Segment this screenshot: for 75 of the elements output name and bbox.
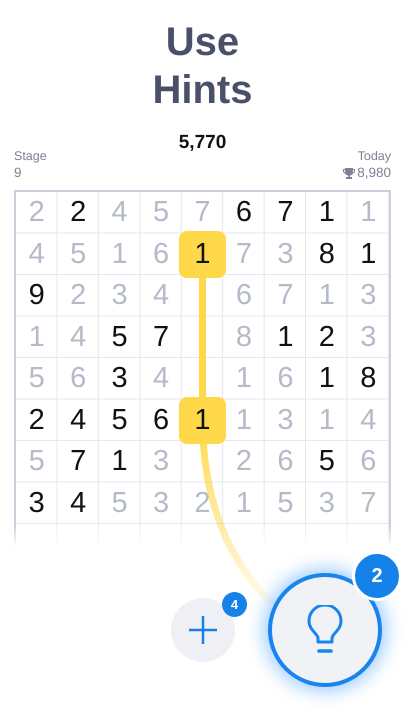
- number-cell[interactable]: 6: [223, 275, 265, 316]
- number-cell[interactable]: 6: [57, 358, 99, 400]
- number-cell[interactable]: 7: [140, 316, 182, 358]
- number-cell[interactable]: 3: [348, 316, 389, 358]
- number-cell[interactable]: 1: [98, 441, 140, 482]
- number-cell[interactable]: 1: [223, 482, 265, 524]
- number-cell[interactable]: 5: [98, 400, 140, 441]
- today-score: 8,980: [357, 164, 391, 182]
- number-cell[interactable]: 5: [98, 482, 140, 524]
- number-cell[interactable]: 1: [98, 234, 140, 275]
- highlighted-cell[interactable]: 1: [178, 230, 226, 278]
- number-cell[interactable]: 1: [306, 192, 348, 234]
- number-cell[interactable]: 4: [57, 400, 99, 441]
- number-cell[interactable]: 3: [140, 441, 182, 482]
- number-cell[interactable]: 5: [140, 192, 182, 234]
- score: 5,770: [178, 132, 226, 154]
- number-cell[interactable]: 2: [306, 316, 348, 358]
- number-cell[interactable]: 4: [348, 400, 389, 441]
- number-cell[interactable]: 4: [16, 234, 58, 275]
- number-cell[interactable]: 6: [348, 441, 389, 482]
- number-cell[interactable]: 2: [16, 400, 58, 441]
- number-cell[interactable]: 3: [98, 275, 140, 316]
- number-cell[interactable]: 5: [57, 234, 99, 275]
- number-cell[interactable]: 1: [264, 316, 306, 358]
- number-cell[interactable]: 5: [16, 441, 58, 482]
- today-label: Today: [358, 148, 391, 164]
- lightbulb-icon: [306, 605, 344, 655]
- number-cell[interactable]: 5: [306, 441, 348, 482]
- number-cell[interactable]: 2: [223, 441, 265, 482]
- number-cell[interactable]: 1: [16, 316, 58, 358]
- trophy-icon: [343, 167, 356, 179]
- number-cell[interactable]: 2: [57, 275, 99, 316]
- number-cell[interactable]: 3: [98, 358, 140, 400]
- number-cell[interactable]: 7: [57, 441, 99, 482]
- number-cell[interactable]: 4: [140, 275, 182, 316]
- number-cell[interactable]: 4: [57, 316, 99, 358]
- number-cell[interactable]: 5: [98, 316, 140, 358]
- number-cell[interactable]: 3: [140, 482, 182, 524]
- number-cell[interactable]: 7: [264, 275, 306, 316]
- number-cell[interactable]: 1: [348, 234, 389, 275]
- number-cell[interactable]: 7: [348, 482, 389, 524]
- number-cell[interactable]: 3: [306, 482, 348, 524]
- number-cell[interactable]: 1: [306, 400, 348, 441]
- number-cell[interactable]: 4: [140, 358, 182, 400]
- number-cell[interactable]: 3: [16, 482, 58, 524]
- count-badge: 2: [352, 551, 402, 601]
- plus-icon: [188, 615, 218, 645]
- number-cell[interactable]: 3: [264, 400, 306, 441]
- number-cell[interactable]: 1: [306, 358, 348, 400]
- number-cell[interactable]: 4: [57, 482, 99, 524]
- number-cell[interactable]: 5: [264, 482, 306, 524]
- stage-label: Stage: [14, 148, 47, 164]
- number-cell[interactable]: 2: [57, 192, 99, 234]
- number-cell[interactable]: 8: [223, 316, 265, 358]
- number-cell[interactable]: 9: [16, 275, 58, 316]
- stage-value: 9: [14, 164, 23, 182]
- number-cell[interactable]: 4: [98, 192, 140, 234]
- number-cell[interactable]: 8: [348, 358, 389, 400]
- number-cell[interactable]: 1: [306, 275, 348, 316]
- number-cell[interactable]: 3: [264, 234, 306, 275]
- number-cell[interactable]: 6: [264, 358, 306, 400]
- number-cell[interactable]: 7: [182, 192, 224, 234]
- number-cell[interactable]: 2: [16, 192, 58, 234]
- number-cell[interactable]: 7: [264, 192, 306, 234]
- count-badge: 4: [222, 592, 247, 617]
- number-cell[interactable]: 3: [348, 275, 389, 316]
- highlighted-cell[interactable]: 1: [178, 396, 226, 444]
- number-cell[interactable]: 8: [306, 234, 348, 275]
- screen-title: Use Hints: [152, 19, 254, 114]
- number-cell[interactable]: 1: [348, 192, 389, 234]
- number-cell[interactable]: 5: [16, 358, 58, 400]
- number-cell[interactable]: 1: [223, 358, 265, 400]
- number-cell[interactable]: 2: [182, 482, 224, 524]
- number-cell[interactable]: 6: [223, 192, 265, 234]
- number-cell[interactable]: 6: [264, 441, 306, 482]
